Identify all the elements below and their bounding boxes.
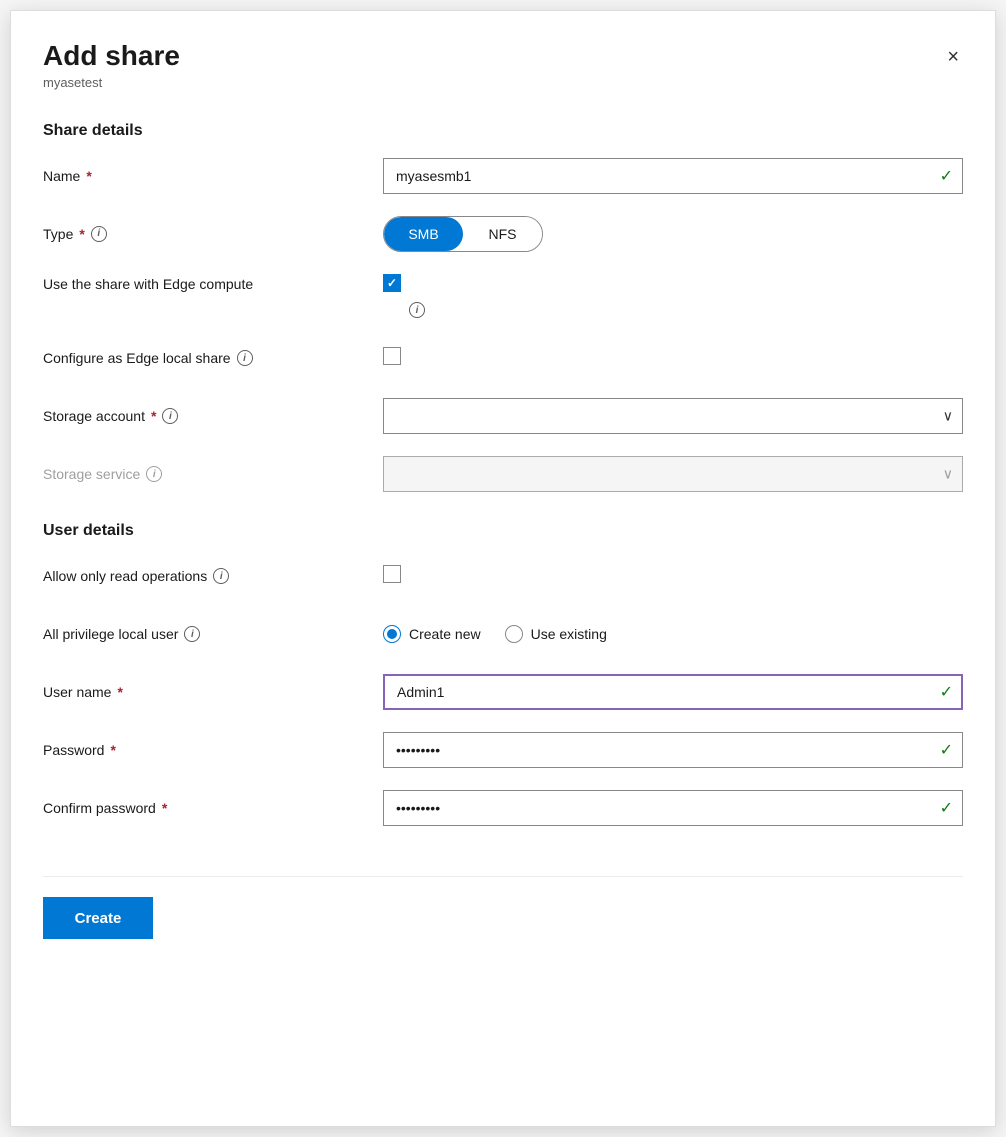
password-row: Password * ✓: [43, 732, 963, 768]
confirm-password-control: ✓: [383, 790, 963, 826]
confirm-password-input[interactable]: [383, 790, 963, 826]
edge-local-label-wrapper: Configure as Edge local share i: [43, 350, 383, 366]
edge-local-row: Configure as Edge local share i: [43, 340, 963, 376]
dialog-header: Add share myasetest ×: [43, 39, 963, 118]
storage-account-label: Storage account * i: [43, 408, 383, 424]
username-label: User name *: [43, 684, 383, 700]
dialog-subtitle: myasetest: [43, 75, 180, 90]
close-button[interactable]: ×: [943, 43, 963, 71]
use-existing-radio[interactable]: [505, 625, 523, 643]
type-row: Type * i SMB NFS: [43, 216, 963, 252]
storage-account-info-icon: i: [162, 408, 178, 424]
dialog-title: Add share: [43, 39, 180, 73]
user-details-section: User details Allow only read operations …: [43, 522, 963, 848]
privilege-user-row: All privilege local user i Create new Us…: [43, 616, 963, 652]
edge-local-checkbox[interactable]: [383, 347, 401, 365]
edge-local-info-icon: i: [237, 350, 253, 366]
edge-compute-info-row: i: [409, 300, 425, 319]
smb-toggle-button[interactable]: SMB: [384, 217, 463, 251]
name-required: *: [86, 168, 91, 184]
add-share-dialog: Add share myasetest × Share details Name…: [10, 10, 996, 1127]
storage-account-dropdown-wrapper: ∨: [383, 398, 963, 434]
storage-service-select: [383, 456, 963, 492]
name-input-wrapper: ✓: [383, 158, 963, 194]
storage-account-select[interactable]: [383, 398, 963, 434]
name-check-icon: ✓: [940, 166, 953, 186]
confirm-password-check-icon: ✓: [940, 798, 953, 818]
use-existing-option[interactable]: Use existing: [505, 625, 607, 643]
read-only-row: Allow only read operations i: [43, 558, 963, 594]
type-label: Type * i: [43, 226, 383, 242]
header-text-group: Add share myasetest: [43, 39, 180, 118]
confirm-password-label: Confirm password *: [43, 800, 383, 816]
name-label: Name *: [43, 168, 383, 184]
edge-compute-control: i: [383, 274, 963, 319]
storage-service-row: Storage service i ∨: [43, 456, 963, 492]
share-details-section-title: Share details: [43, 122, 963, 140]
password-input-wrapper: ✓: [383, 732, 963, 768]
privilege-user-radio-group: Create new Use existing: [383, 625, 963, 643]
share-details-section: Share details Name * ✓ Type * i: [43, 122, 963, 515]
name-control: ✓: [383, 158, 963, 194]
type-info-icon: i: [91, 226, 107, 242]
privilege-user-control: Create new Use existing: [383, 625, 963, 643]
confirm-password-required: *: [162, 800, 167, 816]
password-control: ✓: [383, 732, 963, 768]
name-row: Name * ✓: [43, 158, 963, 194]
type-required: *: [79, 226, 84, 242]
storage-account-row: Storage account * i ∨: [43, 398, 963, 434]
storage-account-required: *: [151, 408, 156, 424]
storage-service-info-icon: i: [146, 466, 162, 482]
edge-compute-checkbox[interactable]: [383, 274, 401, 292]
privilege-user-label: All privilege local user i: [43, 626, 383, 642]
edge-compute-info-icon: i: [409, 302, 425, 318]
create-button[interactable]: Create: [43, 897, 153, 939]
edge-local-control: [383, 347, 963, 370]
create-new-radio[interactable]: [383, 625, 401, 643]
type-control: SMB NFS: [383, 216, 963, 252]
read-only-control: [383, 565, 963, 588]
confirm-password-row: Confirm password * ✓: [43, 790, 963, 826]
create-new-option[interactable]: Create new: [383, 625, 481, 643]
password-input[interactable]: [383, 732, 963, 768]
create-new-label: Create new: [409, 626, 481, 642]
privilege-user-info-icon: i: [184, 626, 200, 642]
edge-compute-row: Use the share with Edge compute i: [43, 274, 963, 319]
password-check-icon: ✓: [940, 740, 953, 760]
storage-service-control: ∨: [383, 456, 963, 492]
nfs-toggle-button[interactable]: NFS: [463, 217, 542, 251]
username-control: ✓: [383, 674, 963, 710]
username-row: User name * ✓: [43, 674, 963, 710]
read-only-info-icon: i: [213, 568, 229, 584]
username-required: *: [117, 684, 122, 700]
storage-account-control: ∨: [383, 398, 963, 434]
edge-compute-label: Use the share with Edge compute: [43, 274, 383, 292]
storage-service-label: Storage service i: [43, 466, 383, 482]
storage-service-dropdown-wrapper: ∨: [383, 456, 963, 492]
type-toggle-group: SMB NFS: [383, 216, 543, 252]
username-check-icon: ✓: [940, 682, 953, 702]
confirm-password-input-wrapper: ✓: [383, 790, 963, 826]
user-details-section-title: User details: [43, 522, 963, 540]
password-required: *: [110, 742, 115, 758]
password-label: Password *: [43, 742, 383, 758]
use-existing-label: Use existing: [531, 626, 607, 642]
name-input[interactable]: [383, 158, 963, 194]
username-input[interactable]: [383, 674, 963, 710]
read-only-label: Allow only read operations i: [43, 568, 383, 584]
dialog-footer: Create: [43, 876, 963, 939]
username-input-wrapper: ✓: [383, 674, 963, 710]
read-only-checkbox[interactable]: [383, 565, 401, 583]
